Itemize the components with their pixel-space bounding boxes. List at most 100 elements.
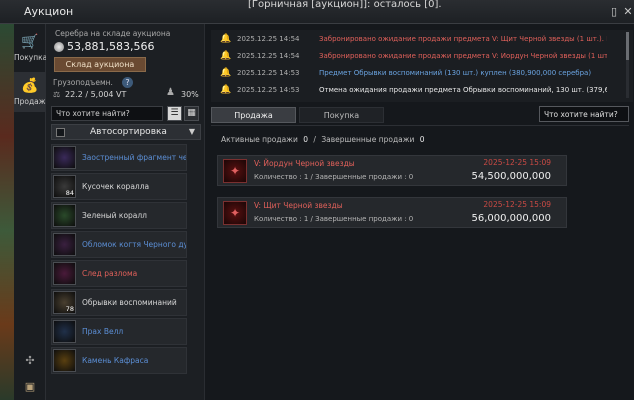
log-time: 2025.12.25 14:54 bbox=[237, 52, 300, 60]
item-row[interactable]: След разлома bbox=[51, 260, 187, 287]
item-icon bbox=[53, 320, 76, 343]
item-name: Обломок когтя Черного дука bbox=[82, 240, 186, 249]
auto-sort-bar[interactable]: Автосортировка ▼ bbox=[51, 124, 201, 140]
active-sales-label: Активные продажи bbox=[221, 135, 298, 144]
log-entry: 🔔 2025.12.25 14:53 Предмет Обрывки воспоми… bbox=[211, 66, 633, 82]
item-row[interactable]: Обломок когтя Черного дука bbox=[51, 231, 187, 258]
silver-coin-icon bbox=[54, 42, 64, 52]
item-icon: 84 bbox=[53, 175, 76, 198]
item-row[interactable]: Камень Кафраса bbox=[51, 347, 187, 374]
listing-name: V: Щит Черной звезды bbox=[254, 201, 343, 210]
side-menu-label: Продажа bbox=[14, 97, 51, 106]
item-icon bbox=[53, 146, 76, 169]
log-time: 2025.12.25 14:54 bbox=[237, 35, 300, 43]
log-message: Забронировано ожидание продажи предмета … bbox=[319, 52, 607, 60]
auto-sort-label: Автосортировка bbox=[90, 127, 167, 137]
chevron-down-icon[interactable]: ▼ bbox=[189, 127, 195, 136]
log-scrollbar[interactable] bbox=[626, 32, 629, 98]
listing-row[interactable]: ✦ V: Йордун Черной звезды 2025-12-25 15:… bbox=[217, 155, 567, 186]
item-name: Обрывки воспоминаний bbox=[82, 298, 177, 307]
sales-panel: 🔔 2025.12.25 14:54 Забронировано ожидание … bbox=[204, 24, 634, 400]
log-message: Забронировано ожидание продажи предмета … bbox=[319, 35, 607, 43]
item-list: Заостренный фрагмент чер... 84 Кусочек кор… bbox=[51, 144, 187, 376]
weight-icon: ⚖ bbox=[53, 90, 61, 99]
listing-quantity: Количество : 1 / Завершенные продажи : 0 bbox=[254, 173, 414, 181]
item-name: Кусочек коралла bbox=[82, 182, 150, 191]
list-view-button[interactable]: ☰ bbox=[167, 106, 182, 121]
item-search-input[interactable]: Что хотите найти? bbox=[51, 106, 163, 121]
item-icon bbox=[53, 204, 76, 227]
bell-icon: 🔔 bbox=[220, 34, 232, 44]
side-menu-label: Покупка bbox=[14, 53, 48, 62]
item-row[interactable]: Зеленый коралл bbox=[51, 202, 187, 229]
listing-time: 2025-12-25 15:09 bbox=[483, 200, 551, 209]
log-time: 2025.12.25 14:53 bbox=[237, 86, 300, 94]
bag-icon[interactable]: ▣ bbox=[14, 380, 46, 396]
silver-value: 53,881,583,566 bbox=[67, 40, 155, 53]
weight-value: 22.2 / 5,004 VT bbox=[65, 90, 127, 99]
background-decoration bbox=[0, 24, 14, 400]
side-menu: 🛒 Покупка 💰 Продажа ✣ ▣ bbox=[14, 24, 51, 400]
log-time: 2025.12.25 14:53 bbox=[237, 69, 300, 77]
tab-buy[interactable]: Покупка bbox=[299, 107, 384, 123]
log-message: Отмена ожидания продажи предмета Обрывки… bbox=[319, 86, 607, 94]
percent-value: 30% bbox=[181, 90, 199, 99]
item-row[interactable]: Заостренный фрагмент чер... bbox=[51, 144, 187, 171]
side-menu-buy[interactable]: 🛒 Покупка bbox=[14, 32, 48, 66]
listing-quantity: Количество : 1 / Завершенные продажи : 0 bbox=[254, 215, 414, 223]
log-entry: 🔔 2025.12.25 14:54 Забронировано ожидание … bbox=[211, 49, 633, 65]
listing-name: V: Йордун Черной звезды bbox=[254, 159, 355, 168]
cart-icon: 🛒 bbox=[21, 34, 39, 50]
side-menu-sell[interactable]: 💰 Продажа bbox=[14, 72, 51, 112]
item-icon bbox=[53, 233, 76, 256]
item-count: 84 bbox=[65, 189, 74, 197]
bell-icon: 🔔 bbox=[220, 85, 232, 95]
compass-icon[interactable]: ✣ bbox=[14, 354, 46, 370]
item-row[interactable]: 78 Обрывки воспоминаний bbox=[51, 289, 187, 316]
completed-sales-label: Завершенные продажи bbox=[321, 135, 415, 144]
item-count: 78 bbox=[65, 305, 74, 313]
listing-price: 56,000,000,000 bbox=[471, 213, 551, 224]
bell-icon: 🔔 bbox=[220, 51, 232, 61]
log-entry: 🔔 2025.12.25 14:54 Забронировано ожидание … bbox=[211, 32, 633, 48]
title-bar: Аукцион [Горничная [аукцион]]: осталось … bbox=[0, 0, 634, 24]
inventory-panel: Серебра на складе аукциона 53,881,583,56… bbox=[46, 24, 204, 400]
event-log: 🔔 2025.12.25 14:54 Забронировано ожидание … bbox=[211, 30, 633, 102]
listing-price: 54,500,000,000 bbox=[471, 171, 551, 182]
item-icon: 78 bbox=[53, 291, 76, 314]
silver-label: Серебра на складе аукциона bbox=[55, 29, 171, 38]
moneybag-icon: 💰 bbox=[21, 78, 39, 94]
item-row[interactable]: 84 Кусочек коралла bbox=[51, 173, 187, 200]
warehouse-button[interactable]: Склад аукциона bbox=[54, 57, 146, 72]
help-icon[interactable]: ? bbox=[122, 77, 133, 88]
item-name: След разлома bbox=[82, 269, 138, 278]
bell-icon: 🔔 bbox=[220, 68, 232, 78]
weight-label: Грузоподъемн. bbox=[53, 78, 113, 87]
window-title: Аукцион bbox=[24, 5, 74, 18]
grid-view-button[interactable]: ▦ bbox=[184, 106, 199, 121]
item-row[interactable]: Прах Велл bbox=[51, 318, 187, 345]
sales-counts: Активные продажи 0 / Завершенные продажи… bbox=[221, 135, 428, 144]
item-name: Заостренный фрагмент чер... bbox=[82, 153, 186, 162]
sales-search-input[interactable]: Что хотите найти? bbox=[539, 106, 629, 122]
auto-sort-checkbox[interactable] bbox=[56, 128, 65, 137]
item-icon: ✦ bbox=[223, 201, 247, 225]
log-message: Предмет Обрывки воспоминаний (130 шт.) к… bbox=[319, 69, 592, 77]
item-icon: ✦ bbox=[223, 159, 247, 183]
counts-separator: / bbox=[313, 135, 316, 144]
active-sales-value: 0 bbox=[303, 135, 308, 144]
item-name: Камень Кафраса bbox=[82, 356, 149, 365]
item-name: Прах Велл bbox=[82, 327, 124, 336]
completed-sales-value: 0 bbox=[419, 135, 425, 144]
log-entry: 🔔 2025.12.25 14:53 Отмена ожидания продажи… bbox=[211, 83, 633, 99]
item-icon bbox=[53, 349, 76, 372]
listing-time: 2025-12-25 15:09 bbox=[483, 158, 551, 167]
percent-icon: ♟ bbox=[166, 87, 175, 98]
close-icon[interactable]: ✕ bbox=[622, 5, 634, 18]
phone-icon[interactable]: ▯ bbox=[608, 5, 620, 18]
tab-sell[interactable]: Продажа bbox=[211, 107, 296, 123]
listing-row[interactable]: ✦ V: Щит Черной звезды 2025-12-25 15:09 … bbox=[217, 197, 567, 228]
notice-banner: [Горничная [аукцион]]: осталось [0]. bbox=[248, 0, 442, 10]
item-icon bbox=[53, 262, 76, 285]
item-name: Зеленый коралл bbox=[82, 211, 147, 220]
